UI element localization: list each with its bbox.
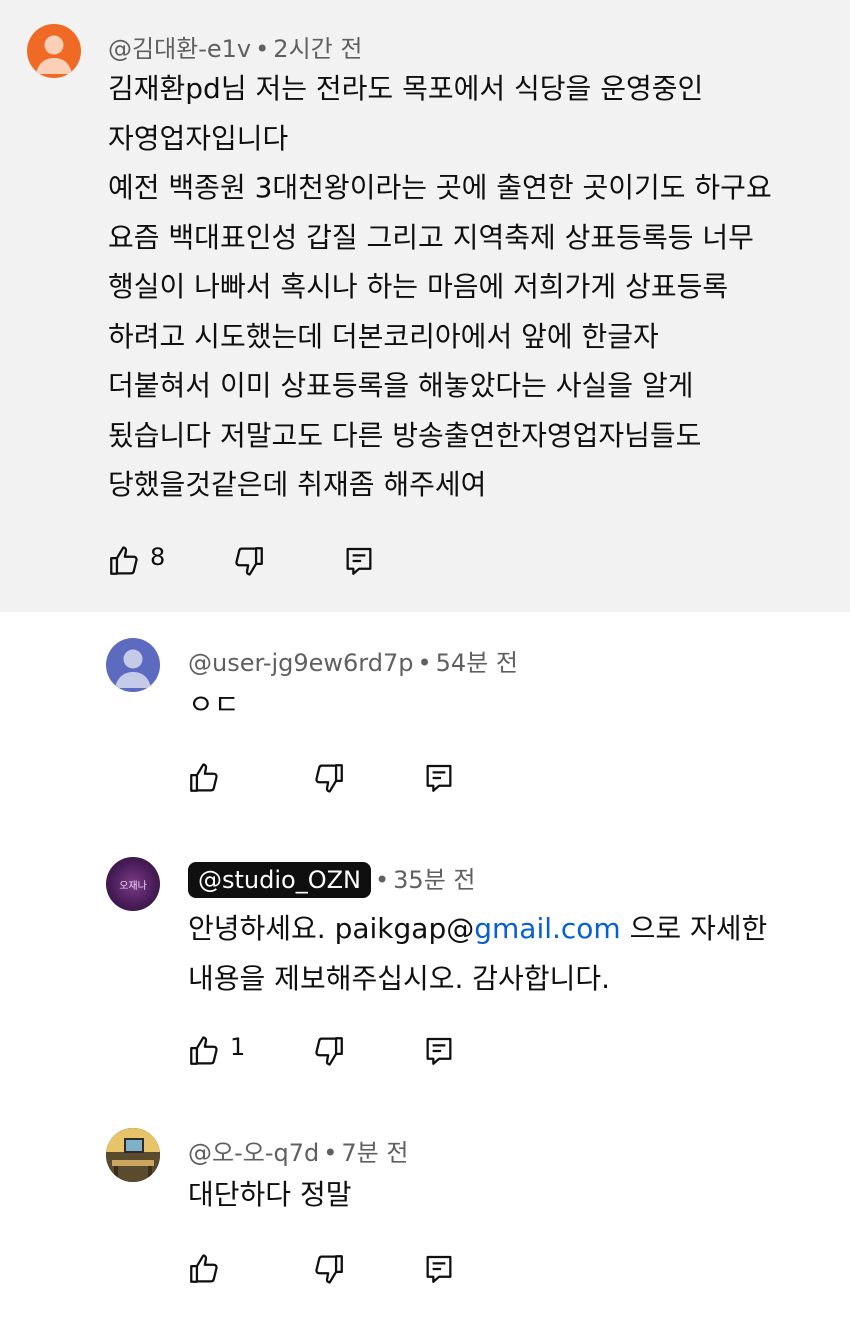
author-handle[interactable]: @오-오-q7d bbox=[188, 1139, 319, 1167]
comment-line: 대단하다 정말 bbox=[188, 1178, 352, 1211]
comment-meta: @user-jg9ew6rd7p • 54분 전 bbox=[188, 643, 518, 678]
comment-actions: 8 bbox=[104, 541, 404, 581]
dislike-button[interactable] bbox=[309, 1249, 349, 1289]
separator-dot: • bbox=[375, 866, 390, 894]
separator-dot: • bbox=[417, 649, 432, 677]
reply-comment: 오재나 @studio_OZN • 35분 전 안녕하세요. paikgap@gma… bbox=[0, 832, 850, 1102]
desk-photo-icon bbox=[106, 1128, 160, 1182]
author-handle[interactable]: @김대환-e1v bbox=[108, 35, 251, 63]
text-span: 안녕하세요. paikgap@ bbox=[188, 912, 475, 945]
reply-button[interactable] bbox=[339, 541, 379, 581]
thumb-up-icon bbox=[187, 1252, 221, 1286]
person-icon bbox=[115, 649, 151, 688]
thumb-down-icon bbox=[312, 761, 346, 795]
dislike-button[interactable] bbox=[309, 758, 349, 798]
comment-line: 행실이 나빠서 혹시나 하는 마음에 저희가게 상표등록 bbox=[108, 270, 729, 303]
separator-dot: • bbox=[255, 35, 270, 63]
comment-line: 자영업자입니다 bbox=[108, 121, 289, 155]
comment-actions bbox=[184, 758, 484, 798]
email-link[interactable]: gmail.com bbox=[474, 912, 620, 945]
thumb-down-icon bbox=[312, 1252, 346, 1286]
avatar[interactable] bbox=[106, 638, 160, 692]
comment-line: 당했을것같은데 취재좀 해주세여 bbox=[108, 468, 487, 501]
comment-time: 7분 전 bbox=[341, 1139, 409, 1167]
comment-text: 김재환pd님 저는 전라도 목포에서 식당을 운영중인 자영업자입니다 예전 백… bbox=[108, 64, 772, 510]
comment-meta: @studio_OZN • 35분 전 bbox=[188, 860, 475, 898]
reply-comment: @오-오-q7d • 7분 전 대단하다 정말 bbox=[0, 1102, 850, 1331]
comment-time: 2시간 전 bbox=[273, 35, 363, 63]
comment-line: 더붙혀서 이미 상표등록을 해놓았다는 사실을 알게 bbox=[108, 369, 694, 402]
reply-button[interactable] bbox=[419, 1031, 459, 1071]
like-button[interactable] bbox=[184, 758, 224, 798]
comment-line: 됬습니다 저말고도 다른 방송출연한자영업자님들도 bbox=[108, 418, 702, 452]
text-span: 으로 자세한 bbox=[620, 912, 768, 945]
comment-meta: @김대환-e1v • 2시간 전 bbox=[108, 29, 362, 64]
reply-icon bbox=[422, 1034, 456, 1068]
comment-line: 안녕하세요. paikgap@gmail.com 으로 자세한 bbox=[188, 904, 767, 954]
reply-comment: @user-jg9ew6rd7p • 54분 전 ㅇㄷ bbox=[0, 612, 850, 832]
thumb-up-icon bbox=[107, 544, 141, 578]
avatar-label: 오재나 bbox=[119, 880, 147, 892]
comment-text: ㅇㄷ bbox=[188, 680, 240, 730]
thumb-up-icon bbox=[187, 1034, 221, 1068]
reply-icon bbox=[422, 761, 456, 795]
person-icon bbox=[36, 35, 72, 74]
avatar[interactable] bbox=[27, 24, 81, 78]
comment-line: ㅇㄷ bbox=[188, 688, 240, 721]
thumb-down-icon bbox=[232, 544, 266, 578]
comment-line: 김재환pd님 저는 전라도 목포에서 식당을 운영중인 bbox=[108, 72, 704, 105]
like-count: 8 bbox=[150, 543, 166, 571]
thumb-up-icon bbox=[187, 761, 221, 795]
like-button[interactable] bbox=[184, 1031, 224, 1071]
comment-text: 대단하다 정말 bbox=[188, 1170, 351, 1220]
reply-icon bbox=[422, 1252, 456, 1286]
comment-time: 35분 전 bbox=[393, 866, 476, 894]
comment-time: 54분 전 bbox=[435, 649, 518, 677]
separator-dot: • bbox=[323, 1139, 338, 1167]
dislike-button[interactable] bbox=[309, 1031, 349, 1071]
comment-line: 내용을 제보해주십시오. 감사합니다. bbox=[188, 961, 611, 995]
comment-line: 예전 백종원 3대천왕이라는 곳에 출연한 곳이기도 하구요 bbox=[108, 171, 772, 204]
reply-icon bbox=[342, 544, 376, 578]
like-button[interactable] bbox=[184, 1249, 224, 1289]
avatar[interactable]: 오재나 bbox=[106, 857, 160, 911]
creator-handle-chip[interactable]: @studio_OZN bbox=[188, 862, 371, 898]
comment-meta: @오-오-q7d • 7분 전 bbox=[188, 1133, 408, 1168]
avatar[interactable] bbox=[106, 1128, 160, 1182]
like-count: 1 bbox=[230, 1033, 246, 1061]
comment-text: 안녕하세요. paikgap@gmail.com 으로 자세한 내용을 제보해주… bbox=[188, 904, 767, 1003]
reply-button[interactable] bbox=[419, 1249, 459, 1289]
comment-line: 하려고 시도했는데 더본코리아에서 앞에 한글자 bbox=[108, 319, 659, 353]
comment-line: 요즘 백대표인성 갑질 그리고 지역축제 상표등록등 너무 bbox=[108, 220, 754, 254]
comment-actions bbox=[184, 1249, 484, 1289]
reply-button[interactable] bbox=[419, 758, 459, 798]
thumb-down-icon bbox=[312, 1034, 346, 1068]
comment-actions: 1 bbox=[184, 1031, 484, 1071]
comment-thread-highlighted: @김대환-e1v • 2시간 전 김재환pd님 저는 전라도 목포에서 식당을 운영… bbox=[0, 0, 850, 612]
author-handle[interactable]: @user-jg9ew6rd7p bbox=[188, 649, 414, 677]
like-button[interactable] bbox=[104, 541, 144, 581]
dislike-button[interactable] bbox=[229, 541, 269, 581]
